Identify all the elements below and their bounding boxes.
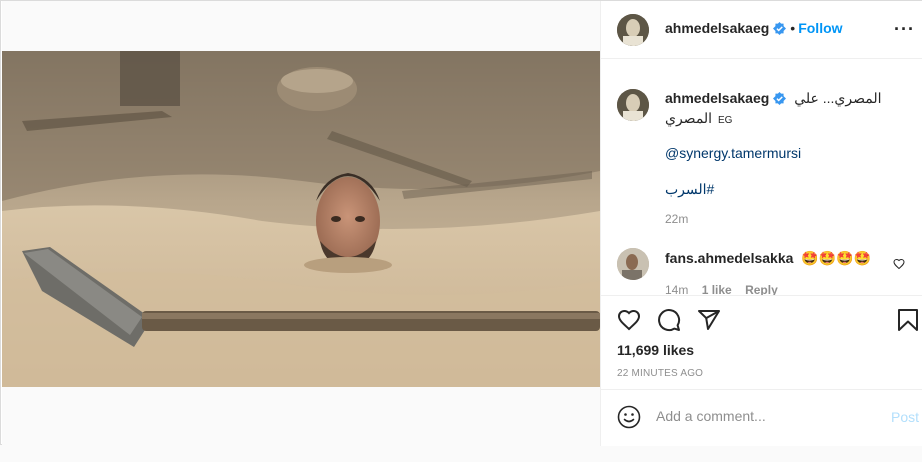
comment-time[interactable]: 14m [665, 283, 688, 295]
caption-username[interactable]: ahmedelsakaeg [665, 90, 769, 106]
caption-avatar[interactable] [617, 89, 649, 121]
comment-input[interactable] [656, 408, 876, 424]
verified-badge-icon [773, 22, 787, 35]
comment-likes[interactable]: 1 like [702, 283, 732, 295]
post-media [2, 1, 600, 446]
add-comment-bar: Post [601, 389, 922, 446]
author-avatar[interactable] [617, 14, 649, 46]
comment-like-heart-icon[interactable] [893, 258, 905, 270]
follow-button[interactable]: Follow [798, 20, 842, 36]
caption-text-2: المصري [665, 110, 713, 126]
caption-first-line: ahmedelsakaeg المصري... علي [665, 90, 881, 107]
verified-badge-icon [773, 92, 787, 105]
author-username[interactable]: ahmedelsakaeg [665, 20, 769, 36]
commenter-avatar[interactable] [617, 248, 649, 280]
comments-scroll[interactable]: ahmedelsakaeg المصري... علي المصري EG @s… [601, 59, 922, 295]
caption-mention-link[interactable]: @synergy.tamermursi [665, 145, 801, 161]
post-timestamp[interactable]: 22 MINUTES AGO [617, 368, 703, 379]
caption-hashtag-link[interactable]: #السرب [665, 181, 714, 198]
post-photo[interactable] [2, 51, 600, 387]
post-header: ahmedelsakaeg • Follow ··· [601, 1, 922, 59]
likes-count[interactable]: 11,699 likes [617, 342, 694, 358]
caption-second-line: المصري EG [665, 110, 732, 127]
caption-time[interactable]: 22m [665, 212, 688, 226]
header-user-line: ahmedelsakaeg • Follow [665, 20, 843, 38]
comment-meta: 14m 1 like Reply [665, 283, 778, 295]
comment-icon[interactable] [657, 308, 681, 332]
emoji-icon[interactable] [617, 405, 641, 429]
post-sidebar: ahmedelsakaeg • Follow ··· ahmedelsakaeg ا… [600, 1, 922, 446]
comment-line: fans.ahmedelsakka 🤩🤩🤩🤩 [665, 250, 871, 267]
photo-image [2, 51, 600, 387]
post-comment-button[interactable]: Post [891, 409, 919, 425]
heart-icon[interactable] [617, 308, 641, 332]
caption-flag: EG [717, 115, 733, 126]
header-separator: • [790, 20, 796, 36]
comment-text: 🤩🤩🤩🤩 [801, 250, 872, 266]
bookmark-icon[interactable] [897, 308, 919, 332]
share-icon[interactable] [697, 308, 721, 332]
post-dialog: ahmedelsakaeg • Follow ··· ahmedelsakaeg ا… [0, 0, 922, 446]
more-options-icon[interactable]: ··· [894, 19, 915, 40]
caption-text: المصري... علي [794, 90, 882, 106]
comment-reply-button[interactable]: Reply [745, 283, 778, 295]
post-actions: 11,699 likes 22 MINUTES AGO [601, 295, 922, 389]
commenter-username[interactable]: fans.ahmedelsakka [665, 250, 793, 266]
